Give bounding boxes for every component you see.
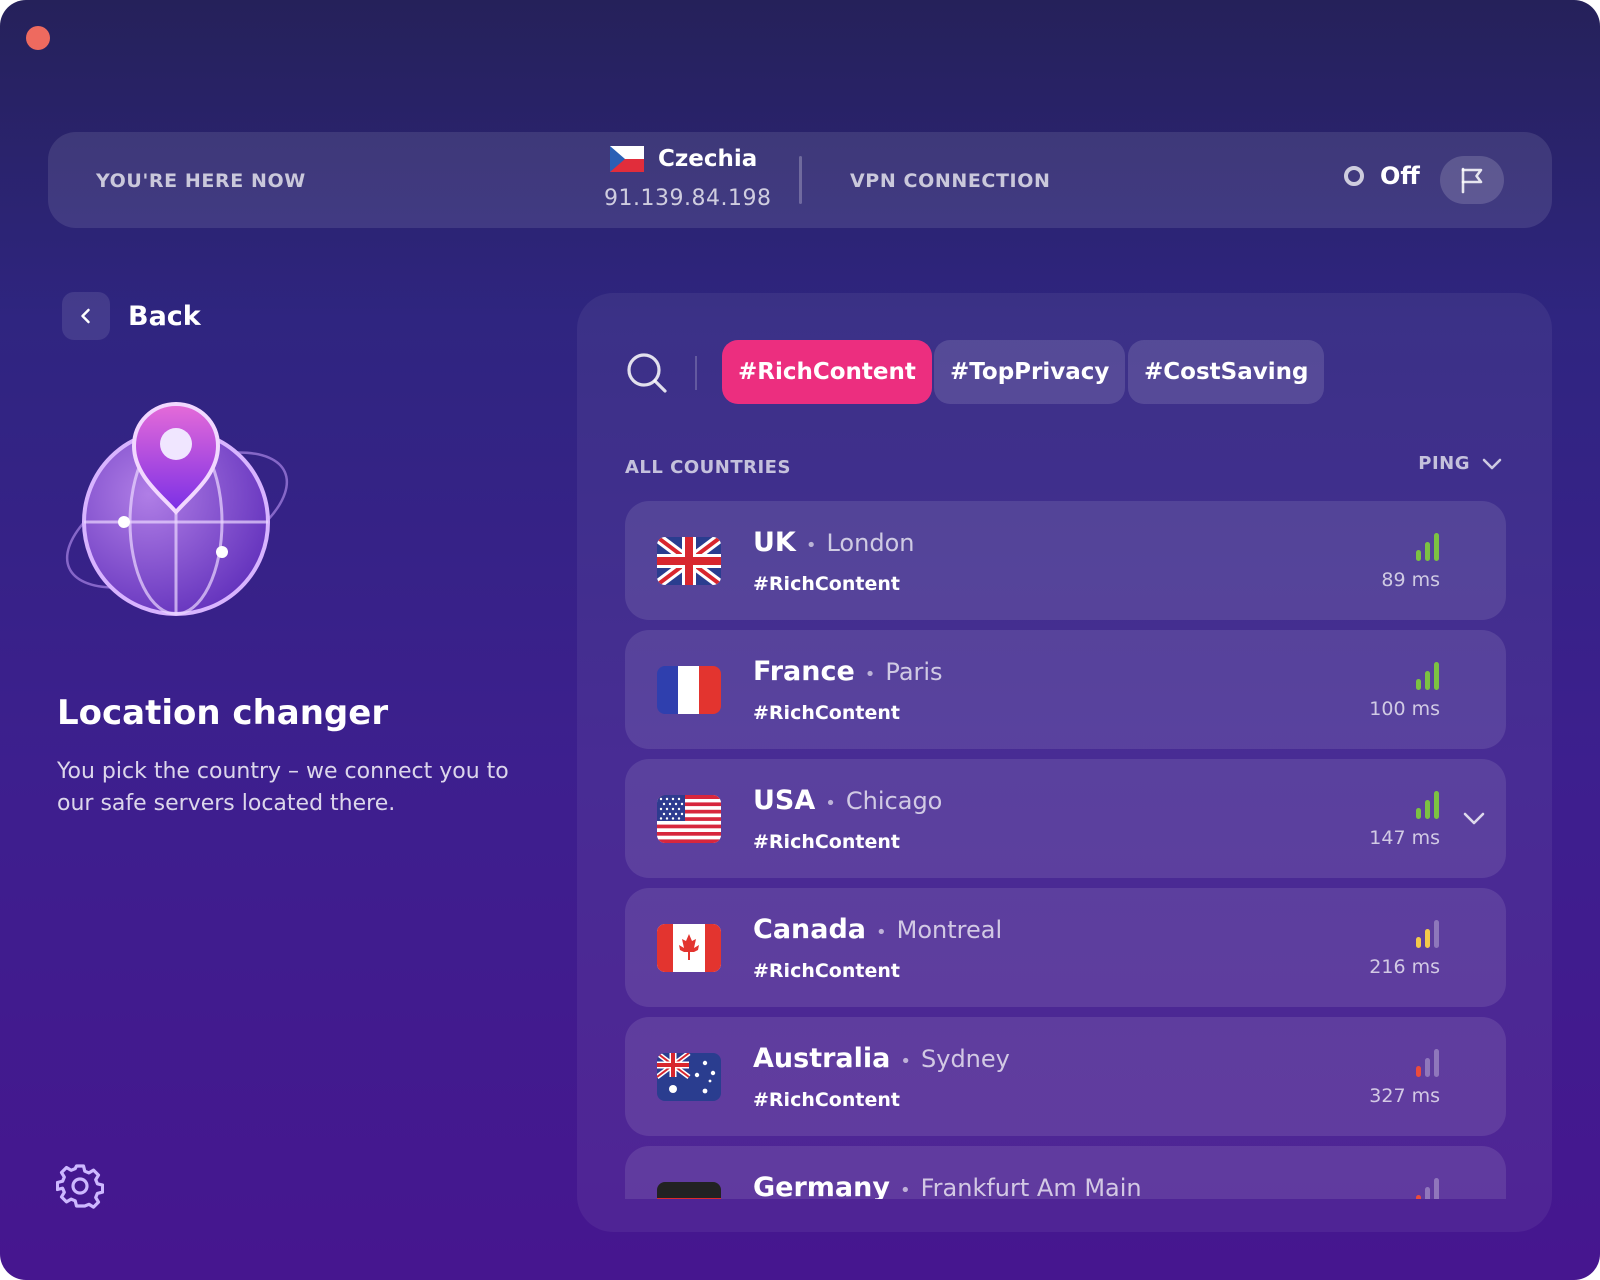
signal-strength-icon: [1416, 533, 1439, 561]
australia-flag-icon: [657, 1053, 721, 1101]
vpn-state-text: Off: [1380, 162, 1420, 190]
separator-dot: •: [899, 1180, 911, 1199]
row-tag: #RichContent: [753, 702, 900, 724]
row-title: Canada • Montreal: [753, 914, 1002, 945]
country-name: Australia: [753, 1043, 891, 1074]
vpn-connection-label: VPN CONNECTION: [850, 170, 1051, 192]
ping-value: 89 ms: [1381, 569, 1440, 591]
city-name: Paris: [885, 658, 943, 686]
country-row-uk[interactable]: UK • London #RichContent 89 ms: [625, 501, 1506, 620]
country-row-australia[interactable]: Australia • Sydney #RichContent 327 ms: [625, 1017, 1506, 1136]
tag-top-privacy[interactable]: #TopPrivacy: [934, 340, 1126, 404]
city-name: Sydney: [921, 1045, 1010, 1073]
row-title: Australia • Sydney: [753, 1043, 1010, 1074]
signal-strength-icon: [1416, 1178, 1439, 1199]
page-title: Location changer: [57, 693, 389, 733]
row-title: UK • London: [753, 527, 914, 558]
status-ring-icon: [1344, 166, 1364, 186]
status-bar: YOU'RE HERE NOW Czechia 91.139.84.198 VP…: [48, 132, 1552, 228]
chevron-down-icon[interactable]: [1462, 809, 1486, 827]
globe-pin-illustration: [65, 401, 289, 616]
city-name: London: [826, 529, 915, 557]
current-location: Czechia: [610, 146, 757, 172]
current-country-name: Czechia: [658, 146, 758, 172]
row-tag: #RichContent: [753, 1089, 900, 1111]
ping-value: 100 ms: [1369, 698, 1440, 720]
search-icon[interactable]: [625, 351, 669, 395]
location-label: YOU'RE HERE NOW: [96, 170, 306, 192]
separator-dot: •: [876, 922, 887, 943]
back-button[interactable]: Back: [62, 292, 201, 340]
usa-flag-icon: [657, 795, 721, 843]
ping-value: 216 ms: [1369, 956, 1440, 978]
sort-label: PING: [1418, 453, 1470, 474]
back-label: Back: [128, 300, 201, 332]
country-name: Germany: [753, 1172, 890, 1199]
germany-flag-icon: [657, 1182, 721, 1199]
country-name: France: [753, 656, 855, 687]
city-name: Montreal: [896, 916, 1003, 944]
gear-icon[interactable]: [56, 1162, 104, 1210]
ping-value: 147 ms: [1369, 827, 1440, 849]
czechia-flag-icon: [610, 146, 644, 172]
signal-strength-icon: [1416, 920, 1439, 948]
separator-dot: •: [900, 1051, 911, 1072]
uk-flag-icon: [657, 537, 721, 585]
row-title: France • Paris: [753, 656, 943, 687]
location-flag-button[interactable]: [1440, 156, 1504, 204]
ping-value: 327 ms: [1369, 1085, 1440, 1107]
row-tag: #RichContent: [753, 573, 900, 595]
separator-dot: •: [805, 535, 817, 556]
signal-strength-icon: [1416, 791, 1439, 819]
country-row-germany[interactable]: Germany • Frankfurt Am Main: [625, 1146, 1506, 1199]
country-row-france[interactable]: France • Paris #RichContent 100 ms: [625, 630, 1506, 749]
country-name: USA: [753, 785, 816, 816]
chevron-left-icon: [62, 292, 110, 340]
country-row-usa[interactable]: USA • Chicago #RichContent 147 ms: [625, 759, 1506, 878]
country-name: Canada: [753, 914, 867, 945]
page-description: You pick the country – we connect you to…: [57, 759, 509, 816]
country-row-canada[interactable]: Canada • Montreal #RichContent 216 ms: [625, 888, 1506, 1007]
chevron-down-icon: [1482, 458, 1502, 469]
app-window: YOU'RE HERE NOW Czechia 91.139.84.198 VP…: [0, 0, 1600, 1280]
separator-dot: •: [825, 793, 836, 814]
tag-rich-content[interactable]: #RichContent: [722, 340, 932, 404]
vpn-toggle[interactable]: Off: [1344, 162, 1420, 190]
row-tag: #RichContent: [753, 960, 900, 982]
flag-icon: [1461, 167, 1483, 194]
current-ip-address: 91.139.84.198: [604, 186, 772, 211]
country-name: UK: [753, 527, 796, 558]
country-list: UK • London #RichContent 89 ms France • …: [625, 501, 1506, 1199]
canada-flag-icon: [657, 924, 721, 972]
list-header: ALL COUNTRIES: [625, 457, 791, 478]
tag-cost-saving[interactable]: #CostSaving: [1128, 340, 1325, 404]
france-flag-icon: [657, 666, 721, 714]
city-name: Frankfurt Am Main: [920, 1174, 1142, 1199]
row-title: USA • Chicago: [753, 785, 942, 816]
sort-dropdown[interactable]: PING: [1418, 453, 1502, 474]
search-divider: [695, 356, 697, 390]
signal-strength-icon: [1416, 1049, 1439, 1077]
status-divider: [799, 156, 802, 204]
row-title: Germany • Frankfurt Am Main: [753, 1172, 1142, 1199]
close-window-button[interactable]: [26, 26, 50, 50]
row-tag: #RichContent: [753, 831, 900, 853]
city-name: Chicago: [845, 787, 943, 815]
country-panel: #RichContent #TopPrivacy #CostSaving ALL…: [577, 293, 1552, 1232]
signal-strength-icon: [1416, 662, 1439, 690]
separator-dot: •: [864, 664, 876, 685]
